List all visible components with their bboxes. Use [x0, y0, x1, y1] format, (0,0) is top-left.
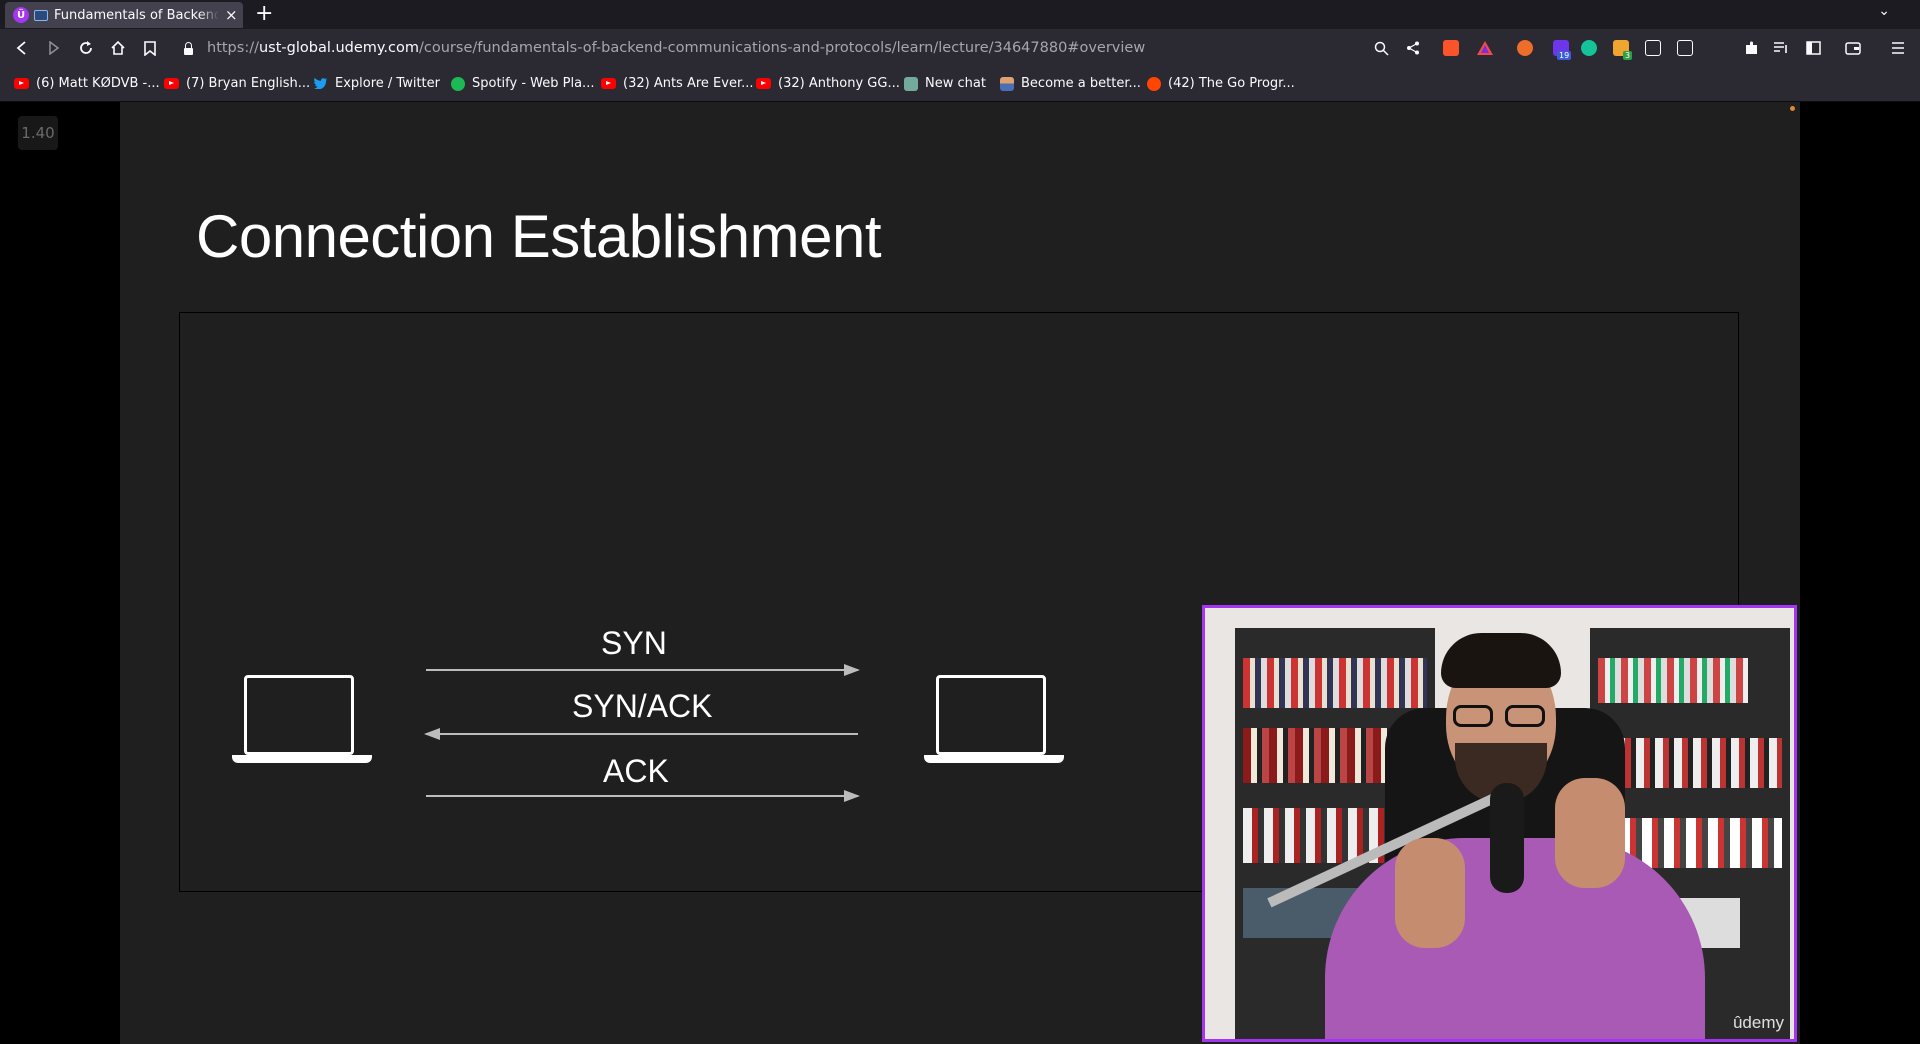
bookmark-icon [144, 40, 156, 56]
bookmark-label: Explore / Twitter [335, 76, 440, 91]
navigation-toolbar: https://ust-global.udemy.com/course/fund… [0, 29, 1920, 68]
bookmark-item[interactable]: Spotify - Web Pla... [451, 76, 594, 91]
ack-label: ACK [603, 753, 669, 789]
bookmark-item[interactable]: (42) The Go Progr... [1147, 76, 1295, 91]
reload-icon [80, 41, 92, 54]
syn-arrow [426, 664, 860, 676]
brave-shields-icon[interactable] [1443, 40, 1459, 56]
youtube-icon [164, 78, 179, 89]
slide-title: Connection Establishment [196, 203, 882, 270]
spotify-icon [451, 76, 465, 91]
home-icon [111, 40, 125, 55]
recording-dot [1790, 106, 1795, 111]
bookmark-item[interactable]: (6) Matt KØDVB -... [14, 76, 160, 91]
back-arrow-icon [16, 41, 26, 55]
playback-speed-indicator[interactable]: 1.40 [18, 116, 58, 150]
new-tab-button[interactable]: + [255, 1, 273, 26]
bookmark-label: Become a better... [1021, 76, 1141, 91]
tab-strip: Ü Fundamentals of Backend E × + ⌄ [0, 0, 1920, 29]
url-text[interactable]: https://ust-global.udemy.com/course/fund… [207, 40, 1145, 56]
right-hand [1555, 778, 1625, 888]
bookmark-label: (32) Anthony GG... [778, 76, 900, 91]
playlist-icon[interactable] [1769, 36, 1793, 60]
bookmark-label: New chat [925, 76, 986, 91]
bookmark-page-button[interactable] [138, 36, 162, 60]
bookmark-label: (42) The Go Progr... [1168, 76, 1295, 91]
bookmark-label: (6) Matt KØDVB -... [36, 76, 160, 91]
tab-close-button[interactable]: × [225, 6, 238, 24]
instructor-hair [1441, 633, 1561, 688]
reddit-icon [1147, 76, 1161, 91]
bookmark-item[interactable]: Explore / Twitter [313, 76, 440, 91]
home-button[interactable] [106, 36, 130, 60]
extension-badge: 3 [1623, 51, 1633, 60]
instructor-webcam: ûdemy [1202, 605, 1797, 1042]
extension-reader-icon[interactable] [1677, 40, 1693, 56]
bookmark-item[interactable]: (7) Bryan English... [164, 76, 310, 91]
left-hand [1395, 838, 1465, 948]
extension-window-icon[interactable] [1645, 40, 1661, 56]
address-bar[interactable]: https://ust-global.udemy.com/course/fund… [176, 33, 1356, 63]
bookmark-item[interactable]: (32) Ants Are Ever... [601, 76, 754, 91]
sidebar-toggle-icon[interactable] [1801, 36, 1825, 60]
twitter-icon [313, 78, 328, 89]
tab-title: Fundamentals of Backend E [54, 7, 219, 23]
tab-udemy-course[interactable]: Ü Fundamentals of Backend E × [5, 2, 243, 28]
youtube-icon [756, 78, 771, 89]
youtube-icon [14, 78, 29, 89]
bookmarks-toolbar: (6) Matt KØDVB -... (7) Bryan English...… [0, 68, 1920, 102]
syn-ack-arrow [424, 728, 858, 740]
zoom-icon[interactable] [1369, 36, 1393, 60]
reload-button[interactable] [74, 36, 98, 60]
list-all-tabs-button[interactable]: ⌄ [1878, 3, 1890, 19]
glasses [1453, 705, 1547, 727]
forward-arrow-icon [49, 41, 60, 55]
bookmark-label: (7) Bryan English... [186, 76, 311, 91]
share-icon[interactable] [1401, 36, 1425, 60]
bookmark-label: (32) Ants Are Ever... [623, 76, 754, 91]
udemy-icon: Ü [13, 7, 29, 23]
youtube-icon [601, 78, 616, 89]
ack-arrow [426, 790, 860, 802]
bookmark-item[interactable]: (32) Anthony GG... [756, 76, 900, 91]
forward-button[interactable] [42, 36, 66, 60]
syn-label: SYN [601, 625, 667, 661]
grammarly-icon[interactable] [1581, 40, 1597, 56]
microphone [1490, 783, 1524, 893]
udemy-watermark: ûdemy [1732, 1013, 1784, 1032]
wallet-icon[interactable] [1841, 36, 1865, 60]
bookmark-item[interactable]: New chat [904, 76, 986, 91]
extensions-puzzle-icon[interactable] [1739, 36, 1763, 60]
sharing-indicator-icon [34, 9, 48, 21]
extension-badge: 19 [1557, 51, 1572, 60]
bookmark-item[interactable]: Become a better... [1000, 76, 1141, 91]
bookmark-label: Spotify - Web Pla... [472, 76, 595, 91]
extension-orange-icon[interactable] [1517, 40, 1533, 56]
back-button[interactable] [10, 36, 34, 60]
person-icon [1000, 76, 1014, 91]
lock-icon [184, 41, 193, 55]
menu-hamburger-icon[interactable] [1886, 36, 1910, 60]
chatgpt-icon [904, 76, 918, 91]
rewards-icon[interactable] [1473, 36, 1497, 60]
syn-ack-label: SYN/ACK [572, 688, 713, 724]
